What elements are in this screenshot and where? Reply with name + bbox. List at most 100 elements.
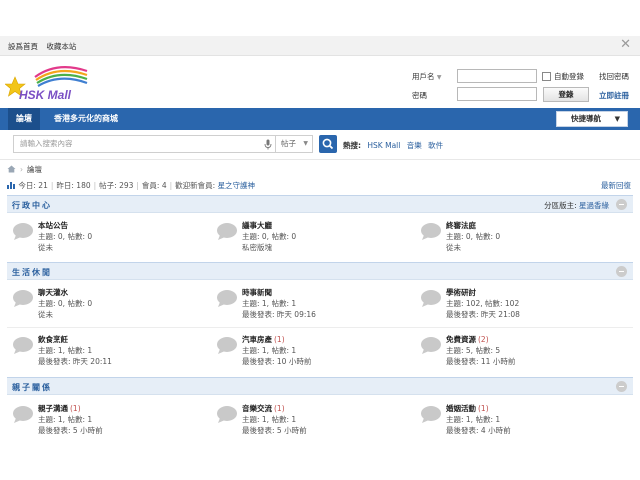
forum-item[interactable]: 汽車房產 (1) 主題: 1, 帖數: 1 最後發表: 10 小時前 [216, 334, 416, 372]
forum-item[interactable]: 學術研討 主題: 102, 帖數: 102 最後發表: 昨天 21:08 [420, 287, 620, 325]
latest-replies-link[interactable]: 最新回復 [601, 180, 631, 191]
stats-yesterday: 昨日: 180 [56, 181, 91, 190]
search-bar: 請輸入搜索內容 帖子 ▼ 熱搜: HSK Mall 音樂 軟件 [0, 130, 640, 160]
forum-item[interactable]: 議事大廳 主題: 0, 帖數: 0 私密版塊 [216, 220, 416, 258]
login-button[interactable]: 登錄 [543, 87, 589, 102]
forum-name[interactable]: 議事大廳 [242, 220, 272, 231]
username-input[interactable] [457, 69, 537, 83]
forum-counts: 主題: 1, 帖數: 1 [38, 415, 93, 424]
forum-bubble-icon [217, 223, 237, 240]
moderator-label: 分區版主: [544, 201, 577, 210]
row-divider [7, 327, 633, 328]
stats-today: 今日: 21 [18, 181, 48, 190]
forum-last-post: 最後發表: 昨天 20:11 [38, 357, 112, 366]
search-input[interactable]: 請輸入搜索內容 [13, 135, 276, 153]
forum-item[interactable]: 終審法庭 主題: 0, 帖數: 0 從未 [420, 220, 620, 258]
top-links: 設爲首頁 收藏本站 [8, 41, 82, 52]
forgot-password-link[interactable]: 找回密碼 [599, 71, 629, 82]
forum-counts: 主題: 1, 帖數: 1 [242, 415, 297, 424]
register-link[interactable]: 立即註冊 [599, 90, 629, 101]
forum-last-post: 最後發表: 昨天 21:08 [446, 310, 520, 319]
forum-name[interactable]: 聊天灌水 [38, 287, 68, 298]
forum-last-post: 從未 [446, 243, 461, 252]
forum-counts: 主題: 1, 帖數: 1 [242, 346, 297, 355]
bookmark-link[interactable]: 收藏本站 [46, 42, 76, 51]
forum-name-text: 汽車房產 [242, 335, 272, 344]
breadcrumb-separator: › [20, 165, 23, 174]
section-title[interactable]: 生活休閒 [12, 267, 52, 278]
forum-bubble-icon [13, 290, 33, 307]
set-homepage-link[interactable]: 設爲首頁 [8, 42, 38, 51]
forum-bubble-icon [421, 406, 441, 423]
forum-name[interactable]: 終審法庭 [446, 220, 476, 231]
quick-nav-button[interactable]: 快捷導航 ▼ [556, 111, 628, 127]
forum-name[interactable]: 飲食烹飪 [38, 334, 68, 345]
auto-login-checkbox[interactable] [542, 72, 551, 81]
hot-search-item[interactable]: HSK Mall [367, 141, 400, 150]
close-icon[interactable]: ✕ [620, 38, 631, 52]
search-button[interactable] [319, 135, 337, 153]
moderator-link[interactable]: 星過香緣 [579, 201, 609, 210]
forum-counts: 主題: 1, 帖數: 1 [242, 299, 297, 308]
forum-item[interactable]: 聊天灌水 主題: 0, 帖數: 0 從未 [12, 287, 212, 325]
forum-bubble-icon [217, 406, 237, 423]
password-label: 密碼 [412, 91, 427, 100]
forum-counts: 主題: 1, 帖數: 1 [446, 415, 501, 424]
forum-name[interactable]: 免費資源 (2) [446, 334, 489, 345]
new-post-count: (2) [478, 335, 489, 344]
forum-counts: 主題: 0, 帖數: 0 [446, 232, 501, 241]
new-post-count: (1) [274, 335, 285, 344]
search-scope-select[interactable]: 帖子 ▼ [276, 135, 313, 153]
forum-counts: 主題: 5, 帖數: 5 [446, 346, 501, 355]
forum-item[interactable]: 親子溝通 (1) 主題: 1, 帖數: 1 最後發表: 5 小時前 [12, 403, 212, 441]
forum-bubble-icon [421, 290, 441, 307]
forum-item[interactable]: 飲食烹飪 主題: 1, 帖數: 1 最後發表: 昨天 20:11 [12, 334, 212, 372]
username-label: 用戶名 ▼ [412, 72, 442, 81]
nav-mall[interactable]: 香港多元化的商城 [54, 108, 118, 130]
logo-text: HSK Mall [19, 88, 72, 102]
breadcrumb-current[interactable]: 論壇 [27, 165, 42, 174]
forum-last-post: 最後發表: 5 小時前 [38, 426, 103, 435]
forum-item[interactable]: 婚姻活動 (1) 主題: 1, 帖數: 1 最後發表: 4 小時前 [420, 403, 620, 441]
collapse-icon[interactable] [616, 381, 627, 392]
forum-name[interactable]: 時事新聞 [242, 287, 272, 298]
forum-name-text: 免費資源 [446, 335, 476, 344]
collapse-icon[interactable] [616, 199, 627, 210]
forum-item[interactable]: 免費資源 (2) 主題: 5, 帖數: 5 最後發表: 11 小時前 [420, 334, 620, 372]
site-logo[interactable]: HSK Mall [5, 59, 93, 107]
microphone-icon[interactable] [264, 139, 272, 150]
home-icon[interactable] [7, 165, 16, 173]
forum-name[interactable]: 婚姻活動 (1) [446, 403, 489, 414]
auto-login-label: 自動登錄 [554, 72, 584, 81]
forum-name[interactable]: 汽車房產 (1) [242, 334, 285, 345]
forum-item[interactable]: 音樂交流 (1) 主題: 1, 帖數: 1 最後發表: 5 小時前 [216, 403, 416, 441]
forum-name[interactable]: 學術研討 [446, 287, 476, 298]
section-title[interactable]: 行政中心 [12, 200, 52, 211]
forum-counts: 主題: 102, 帖數: 102 [446, 299, 520, 308]
forum-last-post: 私密版塊 [242, 243, 272, 252]
section-header-admin: 行政中心 分區版主: 星過香緣 [7, 195, 633, 213]
forum-item[interactable]: 本站公告 主題: 0, 帖數: 0 從未 [12, 220, 212, 258]
forum-name-text: 婚姻活動 [446, 404, 476, 413]
new-post-count: (1) [274, 404, 285, 413]
forum-name[interactable]: 音樂交流 (1) [242, 403, 285, 414]
hot-search-item[interactable]: 音樂 [407, 141, 422, 150]
forum-bubble-icon [217, 337, 237, 354]
forum-name[interactable]: 本站公告 [38, 220, 68, 231]
password-input[interactable] [457, 87, 537, 101]
nav-forum[interactable]: 論壇 [8, 108, 40, 130]
collapse-icon[interactable] [616, 266, 627, 277]
hot-search-item[interactable]: 軟件 [428, 141, 443, 150]
forum-bubble-icon [217, 290, 237, 307]
forum-bubble-icon [13, 406, 33, 423]
hot-search-label: 熱搜: [343, 141, 361, 150]
forum-item[interactable]: 時事新聞 主題: 1, 帖數: 1 最後發表: 昨天 09:16 [216, 287, 416, 325]
new-post-count: (1) [478, 404, 489, 413]
stats-welcome-label: 歡迎新會員: [175, 181, 216, 190]
forum-name[interactable]: 親子溝通 (1) [38, 403, 81, 414]
section-title[interactable]: 親子關係 [12, 382, 52, 393]
forum-bubble-icon [421, 223, 441, 240]
forum-counts: 主題: 0, 帖數: 0 [38, 299, 93, 308]
forum-bubble-icon [13, 337, 33, 354]
new-member-link[interactable]: 星之守護神 [218, 181, 256, 190]
